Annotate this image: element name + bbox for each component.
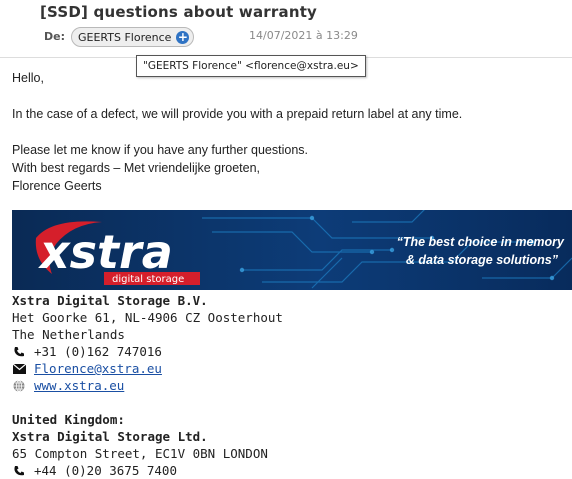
phone-row: +31 (0)162 747016: [12, 343, 562, 360]
signature-block: Xstra Digital Storage B.V. Het Goorke 61…: [12, 292, 562, 479]
banner-tagline-1: “The best choice in memory: [397, 235, 565, 249]
uk-phone-number: +44 (0)20 3675 7400: [34, 463, 177, 478]
globe-icon: [12, 379, 26, 393]
company-address: Het Goorke 61, NL-4906 CZ Oosterhout: [12, 310, 283, 325]
company-name: Xstra Digital Storage B.V.: [12, 293, 208, 308]
sender-name[interactable]: GEERTS Florence: [78, 31, 171, 44]
from-label: De:: [44, 30, 65, 43]
phone-icon: [12, 345, 26, 359]
body-line: Please let me know if you have any furth…: [12, 143, 308, 157]
email-subject: [SSD] questions about warranty: [40, 3, 318, 21]
banner-graphic: xstra digital storage “The best choice i…: [12, 210, 572, 290]
phone-icon: [12, 464, 26, 478]
phone-number: +31 (0)162 747016: [34, 344, 162, 359]
company-banner: xstra digital storage “The best choice i…: [12, 210, 572, 290]
sender-tooltip: "GEERTS Florence" <florence@xstra.eu>: [136, 55, 366, 77]
logo-text: xstra: [38, 225, 173, 279]
website-link[interactable]: www.xstra.eu: [34, 377, 124, 394]
uk-heading: United Kingdom:: [12, 412, 125, 427]
closing-line: With best regards – Met vriendelijke gro…: [12, 161, 261, 175]
sender-pill[interactable]: GEERTS Florence +: [71, 27, 195, 47]
email-row: Florence@xstra.eu: [12, 360, 562, 377]
company-country: The Netherlands: [12, 327, 125, 342]
body-paragraph: In the case of a defect, we will provide…: [12, 107, 463, 121]
plus-circle-icon[interactable]: +: [176, 30, 190, 44]
banner-tagline-2: & data storage solutions”: [406, 253, 559, 267]
uk-phone-row: +44 (0)20 3675 7400: [12, 462, 562, 479]
sender-signoff: Florence Geerts: [12, 179, 102, 193]
website-row: www.xstra.eu: [12, 377, 562, 394]
email-body: Hello, In the case of a defect, we will …: [12, 69, 562, 195]
email-link[interactable]: Florence@xstra.eu: [34, 360, 162, 377]
email-date: 14/07/2021 à 13:29: [249, 29, 358, 42]
uk-company-name: Xstra Digital Storage Ltd.: [12, 429, 208, 444]
uk-address: 65 Compton Street, EC1V 0BN LONDON: [12, 446, 268, 461]
logo-subtext: digital storage: [112, 274, 184, 285]
envelope-icon: [12, 362, 26, 376]
